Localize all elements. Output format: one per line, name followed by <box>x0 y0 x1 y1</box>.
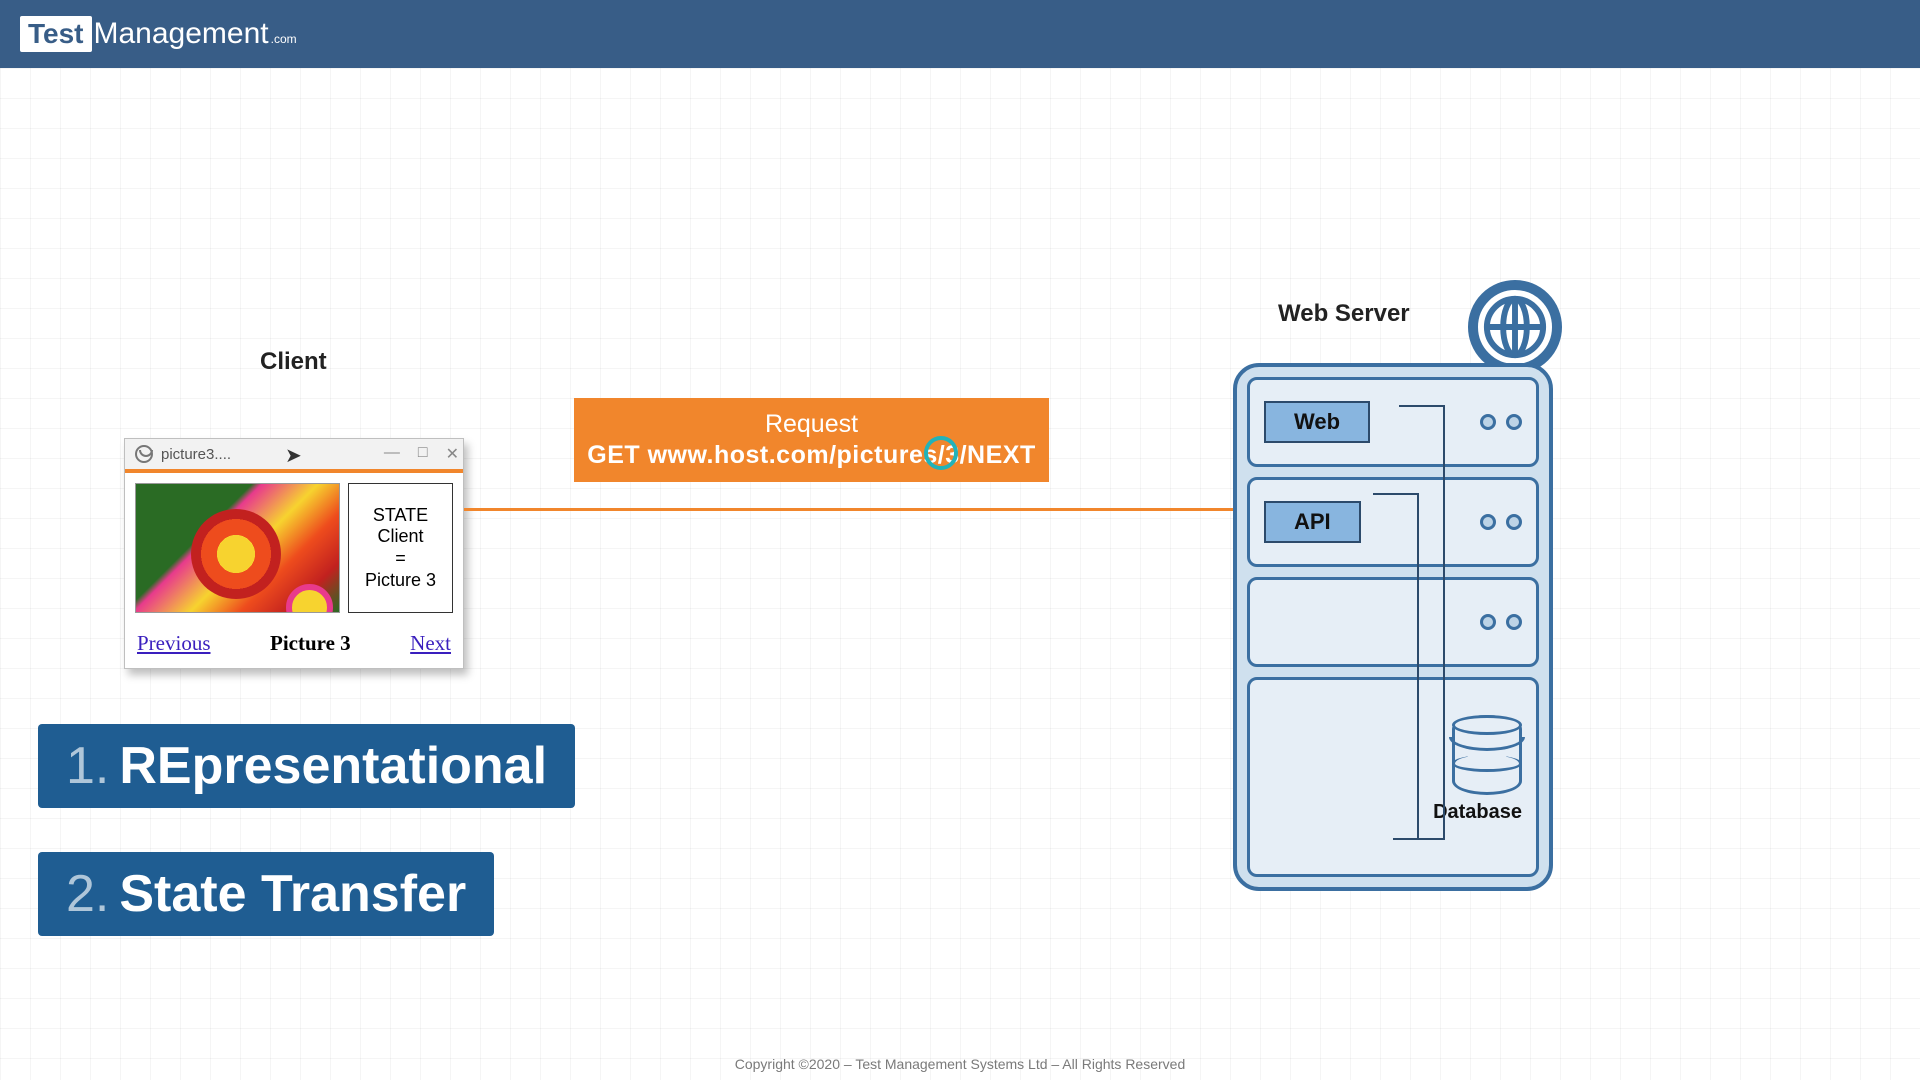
request-title: Request <box>582 410 1041 439</box>
rack-lights <box>1480 514 1522 530</box>
server-label: Web Server <box>1278 300 1410 328</box>
wire-line <box>1417 493 1419 840</box>
brand-logo: Test Management .com <box>20 16 297 52</box>
state-eq: = <box>395 548 406 570</box>
close-icon[interactable]: ✕ <box>446 444 459 464</box>
window-title: picture3.... <box>161 446 231 463</box>
server-stack: Web API <box>1233 363 1553 891</box>
led-icon <box>1480 614 1496 630</box>
rest-bullet-2-text: State Transfer <box>119 865 466 923</box>
rack-unit-blank <box>1247 577 1539 667</box>
request-arrow-line <box>464 508 1246 511</box>
title-bar: picture3.... ➤ — □ ✕ <box>125 439 463 469</box>
state-line-3: Picture 3 <box>365 570 436 592</box>
api-box-label: API <box>1264 501 1361 543</box>
request-box: Request GET www.host.com/pictures/3/NEXT <box>574 398 1049 482</box>
rest-bullet-2: 2.State Transfer <box>38 852 494 936</box>
rest-bullet-1: 1.REpresentational <box>38 724 575 808</box>
wire-line <box>1399 405 1445 407</box>
nav-row: Previous Picture 3 Next <box>125 623 463 668</box>
rest-bullet-1-text: REpresentational <box>119 737 547 795</box>
rest-bullet-1-num: 1. <box>66 737 109 795</box>
led-icon <box>1506 414 1522 430</box>
request-url: GET www.host.com/pictures/3/NEXT <box>582 441 1041 470</box>
led-icon <box>1506 614 1522 630</box>
client-label: Client <box>260 348 327 376</box>
rack-lights <box>1480 614 1522 630</box>
header-bar: Test Management .com <box>0 0 1920 68</box>
state-box: STATE Client = Picture 3 <box>348 483 453 613</box>
globe-icon <box>135 445 153 463</box>
client-window: picture3.... ➤ — □ ✕ STATE Client = Pict… <box>124 438 464 669</box>
rack-lights <box>1480 414 1522 430</box>
maximize-icon[interactable]: □ <box>418 444 428 464</box>
logo-test: Test <box>20 16 92 52</box>
state-line-2: Client <box>377 526 423 548</box>
led-icon <box>1506 514 1522 530</box>
window-controls: — □ ✕ <box>384 444 459 464</box>
led-icon <box>1480 514 1496 530</box>
rack-unit-web: Web <box>1247 377 1539 467</box>
wire-line <box>1393 838 1445 840</box>
diagram-stage: Client picture3.... ➤ — □ ✕ STATE Client… <box>0 68 1920 1080</box>
state-line-1: STATE <box>373 505 428 527</box>
wire-line <box>1443 405 1445 840</box>
rest-bullet-2-num: 2. <box>66 865 109 923</box>
client-body: STATE Client = Picture 3 <box>125 469 463 623</box>
highlight-circle <box>924 436 958 470</box>
picture-thumbnail <box>135 483 340 613</box>
previous-link[interactable]: Previous <box>137 631 211 656</box>
led-icon <box>1480 414 1496 430</box>
web-box-label: Web <box>1264 401 1370 443</box>
web-globe-icon <box>1468 280 1562 374</box>
server-rack: Web API <box>1233 363 1553 891</box>
wire-line <box>1373 493 1419 495</box>
rack-unit-api: API <box>1247 477 1539 567</box>
database-icon <box>1452 715 1522 795</box>
current-picture-label: Picture 3 <box>270 631 351 656</box>
database-label: Database <box>1433 801 1522 824</box>
minimize-icon[interactable]: — <box>384 444 400 464</box>
rack-unit-database: Database <box>1247 677 1539 877</box>
next-link[interactable]: Next <box>410 631 451 656</box>
cursor-icon: ➤ <box>285 443 302 468</box>
footer-copyright: Copyright ©2020 – Test Management System… <box>0 1056 1920 1072</box>
logo-dotcom: .com <box>271 32 297 46</box>
logo-management: Management <box>94 17 269 51</box>
